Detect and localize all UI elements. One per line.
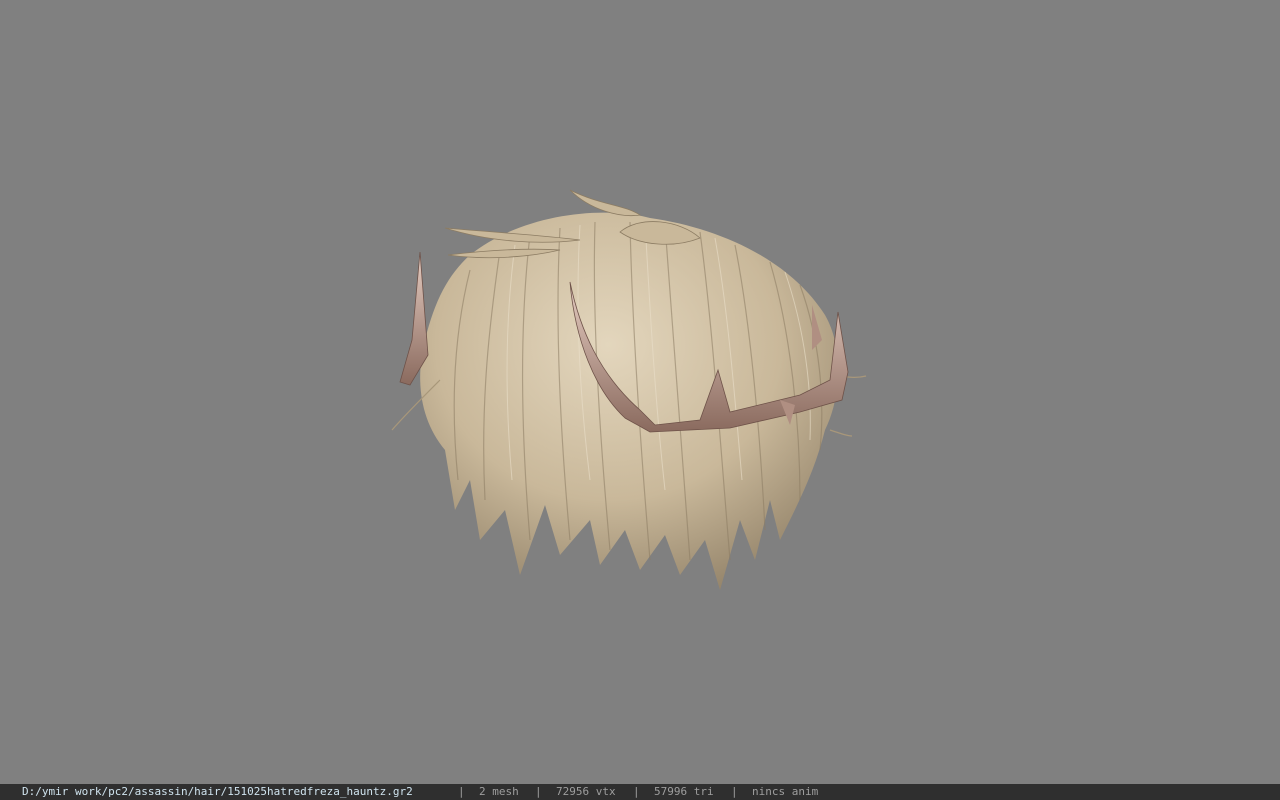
status-bar: D:/ymir work/pc2/assassin/hair/151025hat… bbox=[0, 784, 1280, 800]
hair-model-icon[interactable] bbox=[0, 0, 1280, 784]
file-path-label: D:/ymir work/pc2/assassin/hair/151025hat… bbox=[22, 785, 413, 798]
status-separator: | bbox=[633, 785, 640, 798]
mesh-count-label: 2 mesh bbox=[479, 785, 519, 798]
status-separator: | bbox=[535, 785, 542, 798]
status-separator: | bbox=[458, 785, 465, 798]
triangle-count-label: 57996 tri bbox=[654, 785, 714, 798]
hair-mesh bbox=[391, 189, 867, 590]
3d-viewport[interactable] bbox=[0, 0, 1280, 784]
animation-label: nincs anim bbox=[752, 785, 819, 798]
vertex-count-label: 72956 vtx bbox=[556, 785, 616, 798]
status-separator: | bbox=[731, 785, 738, 798]
